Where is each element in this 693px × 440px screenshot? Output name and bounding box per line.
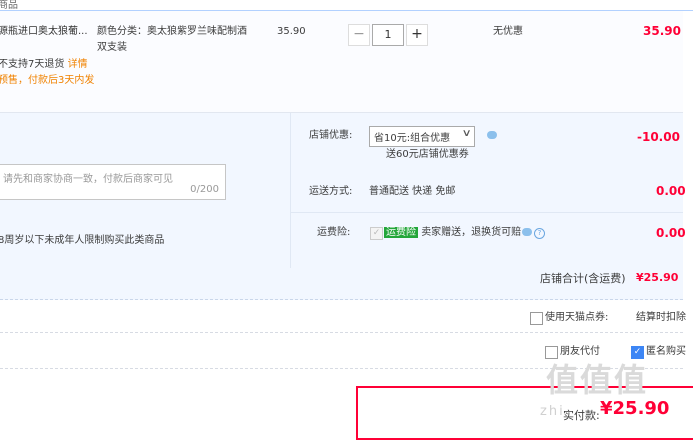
presale-note: 预售，付款后3天内发 bbox=[0, 75, 95, 86]
details-link[interactable]: 详情 bbox=[68, 59, 88, 70]
service-note: 不支持7天退货 详情 bbox=[0, 58, 88, 72]
buyer-message-field[interactable]: 请先和商家协商一致，付款后商家可见 0/200 bbox=[0, 164, 226, 200]
shipping-amount: 0.00 bbox=[656, 184, 686, 198]
age-notice: 8周岁以下未成年人限制购买此类商品 bbox=[0, 235, 165, 246]
item-title[interactable]: 源瓶进口奥太狼葡... bbox=[0, 25, 88, 39]
watermark-site: zhi bbox=[540, 404, 565, 419]
insurance-checkbox[interactable]: ✓ bbox=[370, 227, 383, 240]
sku-value: 奥太狼紫罗兰味配制酒 bbox=[147, 26, 247, 37]
anonymous-label: 匿名购买 bbox=[646, 346, 686, 357]
promo-amount: -10.00 bbox=[637, 130, 680, 144]
insurance-info: 运费险 卖家赠送，退换货可赔 bbox=[384, 226, 521, 240]
message-placeholder: 请先和商家协商一致，付款后商家可见 bbox=[3, 174, 173, 185]
help-icon[interactable]: ? bbox=[534, 227, 545, 239]
pay-amount: ¥25.90 bbox=[600, 398, 670, 419]
shop-subtotal-value: ¥25.90 bbox=[636, 271, 679, 284]
points-label: 使用天猫点券: bbox=[545, 312, 609, 323]
chat-bubble-icon[interactable] bbox=[522, 228, 532, 239]
order-header: 商品 bbox=[0, 0, 693, 11]
promo-selected: 省10元:组合优惠 bbox=[374, 133, 451, 144]
promo-coupon-note: 送60元店铺优惠券 bbox=[386, 149, 469, 160]
divider bbox=[0, 332, 683, 333]
item-sku: 颜色分类：奥太狼紫罗兰味配制酒 bbox=[97, 25, 247, 39]
divider bbox=[291, 212, 683, 213]
points-checkbox[interactable] bbox=[530, 312, 543, 325]
message-counter: 0/200 bbox=[190, 184, 219, 195]
increment-button[interactable]: + bbox=[406, 24, 428, 46]
item-total: 35.90 bbox=[643, 24, 681, 38]
insurance-tag: 运费险 bbox=[384, 227, 418, 238]
insurance-amount: 0.00 bbox=[656, 226, 686, 240]
chat-bubble-icon[interactable] bbox=[487, 131, 497, 142]
site-watermark: 值值值 bbox=[546, 361, 649, 399]
promo-select[interactable]: 省10元:组合优惠 ∨ bbox=[369, 126, 475, 147]
quantity-stepper: − 1 + bbox=[348, 24, 428, 46]
sku-value-2: 双支装 bbox=[97, 42, 127, 53]
item-discount: 无优惠 bbox=[493, 26, 523, 37]
quantity-input[interactable]: 1 bbox=[372, 24, 404, 46]
header-title: 商品 bbox=[0, 0, 18, 11]
shop-subtotal-label: 店铺合计(含运费) bbox=[540, 272, 626, 285]
decrement-button[interactable]: − bbox=[348, 24, 370, 46]
no-return-note: 不支持7天退货 bbox=[0, 59, 65, 70]
divider bbox=[290, 113, 291, 268]
points-note: 结算时扣除 bbox=[636, 312, 686, 323]
insurance-label: 运费险: bbox=[317, 227, 351, 238]
sku-label: 颜色分类： bbox=[97, 26, 147, 37]
shipping-method: 普通配送 快递 免邮 bbox=[369, 186, 456, 197]
shipping-label: 运送方式: bbox=[309, 186, 353, 197]
pay-label: 实付款: bbox=[563, 409, 600, 422]
insurance-text: 卖家赠送，退换货可赔 bbox=[421, 227, 522, 238]
unit-price: 35.90 bbox=[277, 26, 306, 37]
chevron-down-icon: ∨ bbox=[461, 128, 472, 139]
promo-label: 店铺优惠: bbox=[309, 130, 353, 141]
